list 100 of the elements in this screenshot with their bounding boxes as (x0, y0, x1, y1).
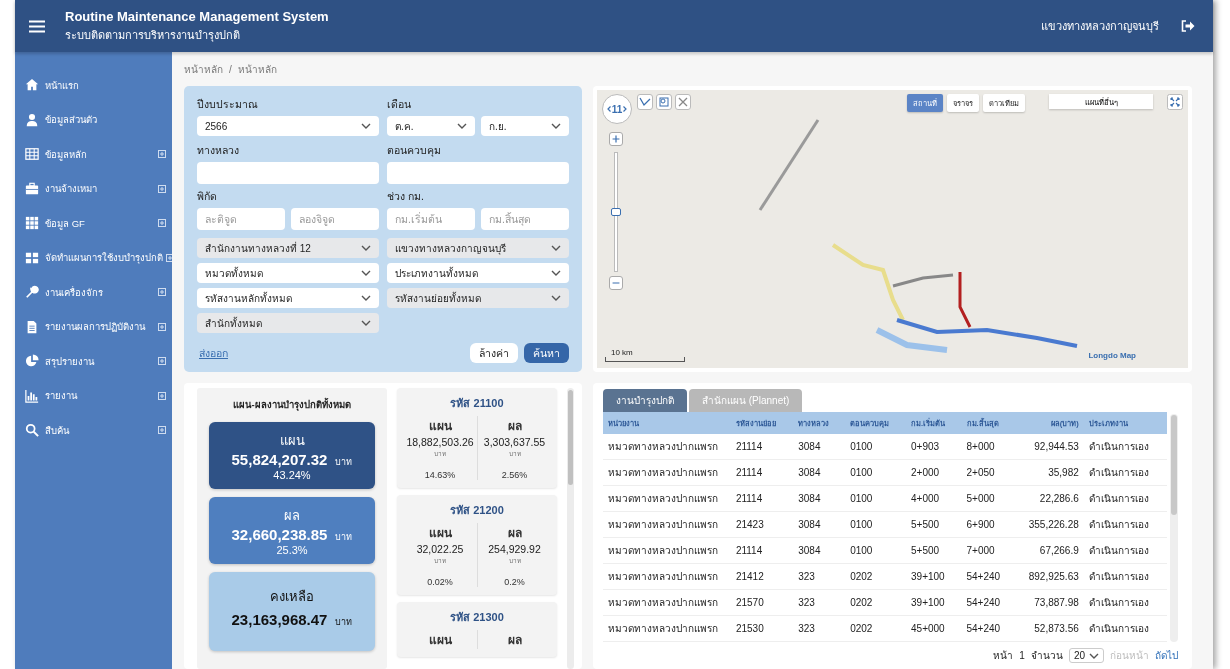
slider-thumb[interactable] (611, 208, 621, 216)
table-cell: หมวดทางหลวงปากแพรก (603, 537, 731, 564)
clear-button[interactable]: ล้างค่า (470, 343, 518, 363)
table-cell: 3084 (793, 459, 846, 486)
table-cell: 21570 (730, 589, 794, 616)
table-cell: หมวดทางหลวงปากแพรก (603, 434, 731, 460)
table-cell: 0100 (845, 537, 907, 564)
result-heading: ผล (507, 632, 522, 649)
field-label: ตอนควบคุม (387, 143, 442, 159)
table-cell: 54+240 (961, 563, 1015, 590)
pie-chart-icon (25, 354, 39, 369)
expand-icon[interactable] (158, 150, 166, 159)
zoom-in-icon[interactable] (609, 132, 623, 146)
input-field[interactable] (387, 162, 569, 184)
dropdown[interactable]: ต.ค. (387, 116, 475, 136)
sidebar-item[interactable]: หน้าแรก (15, 68, 172, 103)
dropdown[interactable]: 2566 (197, 116, 379, 136)
amount: 32,022.25 (416, 543, 464, 555)
table-cell: 3084 (793, 485, 846, 512)
expand-icon[interactable] (166, 253, 174, 262)
map-scale: 10 km (605, 348, 685, 362)
fullscreen-icon[interactable] (1167, 94, 1183, 110)
table-cell: 21412 (730, 563, 794, 590)
zoom-box-icon[interactable] (656, 94, 672, 110)
input-field[interactable]: กม.สิ้นสุด (481, 208, 569, 230)
breadcrumb-link[interactable]: หน้าหลัก (184, 61, 223, 77)
table-cell: 21114 (730, 434, 794, 460)
field-label: ปีงบประมาณ (197, 97, 259, 112)
sidebar-item[interactable]: ข้อมูลหลัก (15, 137, 172, 172)
sidebar-item[interactable]: ข้อมูลส่วนตัว (15, 102, 172, 137)
expand-icon[interactable] (158, 219, 166, 228)
table-cell: 323 (793, 563, 846, 590)
table-cell: 3084 (793, 511, 846, 538)
table-cell: 0100 (845, 434, 907, 460)
table-cell: 323 (793, 615, 846, 642)
expand-icon[interactable] (158, 184, 166, 193)
table-cell: ดำเนินการเอง (1083, 511, 1167, 538)
result-heading: ผล (507, 525, 522, 542)
expand-icon[interactable] (158, 426, 166, 435)
sidebar-item[interactable]: สืบค้น (15, 413, 172, 448)
unit: บาท (335, 456, 353, 469)
percent: 0.02% (427, 577, 453, 587)
expand-icon[interactable] (158, 391, 166, 400)
table-cell: 6+900 (961, 511, 1015, 538)
chevron-down-icon (361, 123, 371, 129)
sidebar-item[interactable]: ข้อมูล GF (15, 206, 172, 241)
sidebar-item[interactable]: รายงานผลการปฏิบัติงาน (15, 309, 172, 344)
export-link[interactable]: ส่งออก (199, 344, 228, 362)
close-icon[interactable] (675, 94, 691, 110)
input-field[interactable]: ลองจิจูด (291, 208, 379, 230)
table-cell: 3084 (793, 434, 846, 460)
card-heading: แผน (279, 432, 305, 450)
input-field[interactable]: กม.เริ่มต้น (387, 208, 475, 230)
sidebar-item[interactable]: จัดทำแผนการใช้งบบำรุงปกติ (15, 240, 172, 275)
scrollbar[interactable] (1170, 414, 1178, 642)
sidebar-item[interactable]: งานจ้างเหมา (15, 171, 172, 206)
table-cell: 45+000 (906, 615, 962, 642)
input-field[interactable] (197, 162, 379, 184)
input-field[interactable]: ละติจูด (197, 208, 285, 230)
dropdown[interactable]: ก.ย. (481, 116, 569, 136)
breadcrumb-separator: / (229, 63, 232, 75)
breadcrumb-link[interactable]: หน้าหลัก (237, 61, 277, 77)
dropdown[interactable]: ประเภทงานทั้งหมด (387, 263, 569, 283)
code-title: รหัส 21100 (449, 396, 505, 411)
chevron-left-icon (606, 106, 611, 112)
sidebar-item[interactable]: งานเครื่องจักร (15, 275, 172, 310)
scrollbar[interactable] (567, 388, 574, 669)
tab[interactable]: งานบำรุงปกติ (603, 389, 687, 412)
briefcase-icon (25, 181, 39, 196)
zoom-slider[interactable] (614, 152, 618, 272)
sidebar-item[interactable]: สรุปรายงาน (15, 344, 172, 379)
table-cell: หมวดทางหลวงปากแพรก (603, 459, 731, 486)
amount: 18,882,503.26 (406, 436, 474, 448)
expand-icon[interactable] (158, 288, 166, 297)
page-size-dropdown[interactable]: 20 (1068, 648, 1104, 663)
sidebar-item[interactable]: รายงาน (15, 378, 172, 413)
table-cell: ดำเนินการเอง (1083, 537, 1167, 564)
chevron-right-icon (623, 106, 628, 112)
card-heading: คงเหลือ (270, 588, 314, 606)
expand-icon[interactable] (158, 357, 166, 366)
dropdown[interactable]: รหัสงานหลักทั้งหมด (197, 288, 379, 308)
table-cell: 21530 (730, 615, 794, 642)
document-icon (25, 319, 39, 334)
table-cell: ดำเนินการเอง (1083, 615, 1167, 642)
plan-heading: แผน (428, 632, 452, 649)
grid-icon (25, 216, 39, 231)
dropdown[interactable]: หมวดทั้งหมด (197, 263, 379, 283)
search-button[interactable]: ค้นหา (524, 343, 569, 363)
menu-icon[interactable] (29, 19, 45, 33)
percent: 0.2% (504, 577, 525, 587)
table-cell: 0202 (845, 563, 907, 590)
logout-icon[interactable] (1181, 20, 1195, 32)
table-cell: 0202 (845, 589, 907, 616)
table-cell: 0100 (845, 459, 907, 486)
line-tool-icon[interactable] (637, 94, 653, 110)
zoom-out-icon[interactable] (609, 276, 623, 290)
expand-icon[interactable] (158, 322, 166, 331)
plan-heading: แผน (428, 418, 452, 435)
table-cell: ดำเนินการเอง (1083, 459, 1167, 486)
next-link[interactable]: ถัดไป (1155, 648, 1178, 663)
